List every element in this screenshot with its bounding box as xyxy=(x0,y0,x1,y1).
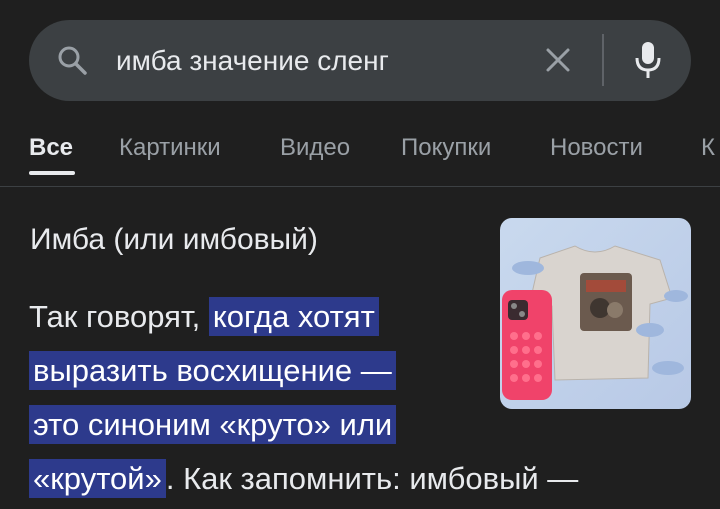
tshirt-phone-illustration xyxy=(502,245,688,400)
tab-news[interactable]: Новости xyxy=(550,134,643,162)
tab-all[interactable]: Все xyxy=(29,134,73,162)
featured-snippet-title: Имба (или имбовый) xyxy=(30,223,318,256)
snippet-plain-text: Так говорят, xyxy=(29,299,209,334)
result-thumbnail-image[interactable] xyxy=(500,218,691,409)
snippet-plain-text: . Как запомнить: имбовый — xyxy=(165,461,579,496)
microphone-icon[interactable] xyxy=(632,40,664,80)
search-input[interactable]: имба значение сленг xyxy=(116,20,389,101)
tab-images[interactable]: Картинки xyxy=(119,134,221,162)
snippet-line: Так говорят, когда хотят xyxy=(29,290,379,344)
snippet-highlight: когда хотят xyxy=(208,297,379,336)
tab-video[interactable]: Видео xyxy=(280,134,350,162)
tab-shopping[interactable]: Покупки xyxy=(401,134,491,162)
active-tab-indicator xyxy=(29,171,75,175)
snippet-line: это синоним «круто» или xyxy=(29,398,397,452)
tabs-divider xyxy=(0,186,720,187)
search-icon[interactable] xyxy=(56,44,88,76)
search-tabs: Все Картинки Видео Покупки Новости К xyxy=(0,120,720,186)
snippet-line: «крутой». Как запомнить: имбовый — xyxy=(29,452,578,506)
snippet-highlight: «крутой» xyxy=(29,459,166,498)
tab-more[interactable]: К xyxy=(701,134,715,162)
snippet-line: выразить восхищение — xyxy=(29,344,396,398)
snippet-highlight: выразить восхищение — xyxy=(29,351,396,390)
search-bar[interactable]: имба значение сленг xyxy=(29,20,691,101)
snippet-highlight: это синоним «круто» или xyxy=(29,405,397,444)
search-results-page: имба значение сленг Все Картинки Видео П… xyxy=(0,0,720,509)
search-divider xyxy=(602,34,604,86)
clear-icon[interactable] xyxy=(540,42,576,78)
